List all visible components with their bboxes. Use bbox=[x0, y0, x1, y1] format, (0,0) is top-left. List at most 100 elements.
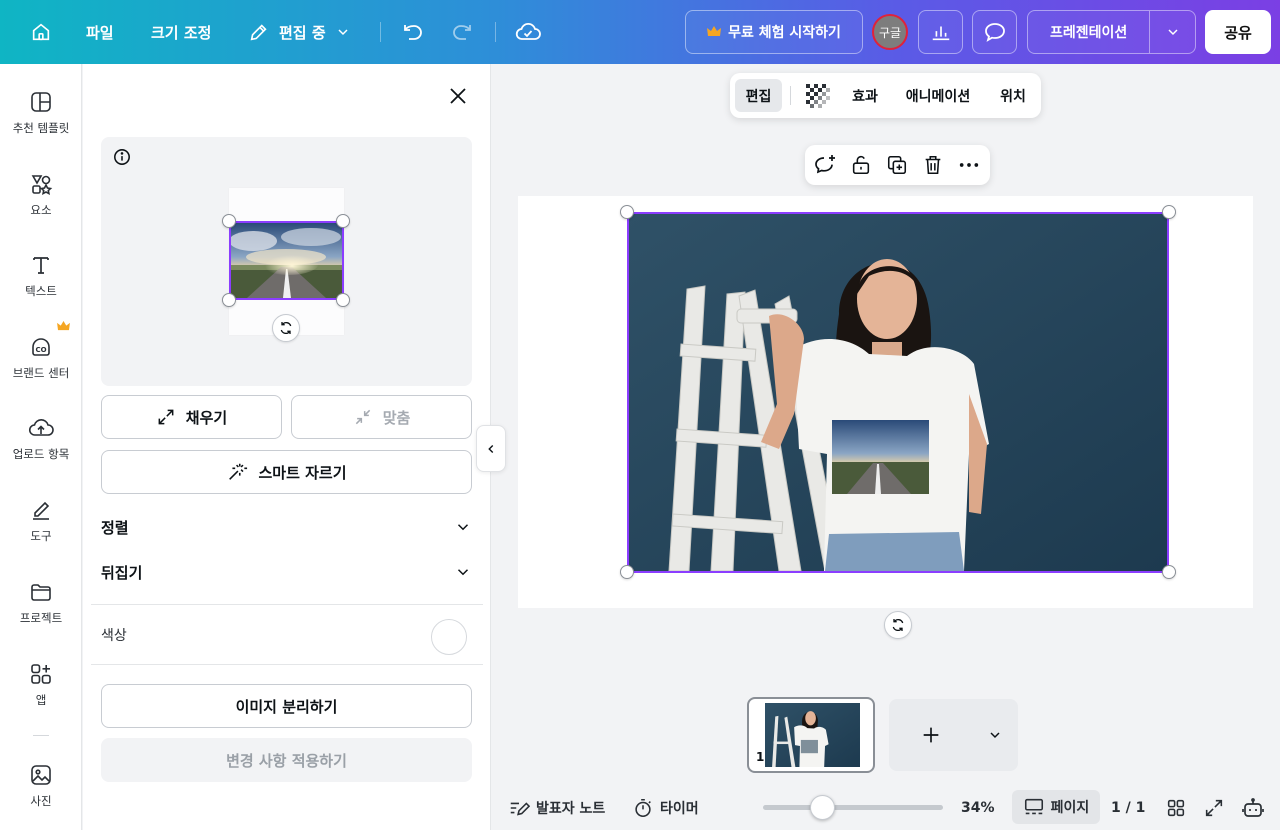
sidebar-item-elements[interactable]: 요소 bbox=[0, 146, 82, 217]
fit-button[interactable]: 맞춤 bbox=[291, 395, 472, 439]
magic-wand-icon bbox=[229, 463, 248, 480]
sidebar-item-uploads[interactable]: 업로드 항목 bbox=[0, 390, 82, 461]
apply-changes-button[interactable]: 변경 사항 적용하기 bbox=[101, 738, 472, 782]
avatar[interactable]: 구글 bbox=[872, 14, 908, 50]
divider bbox=[790, 86, 791, 105]
close-icon bbox=[450, 88, 466, 104]
divider bbox=[91, 664, 483, 665]
cloud-saved-button[interactable] bbox=[512, 16, 544, 48]
design-photo[interactable] bbox=[627, 212, 1169, 573]
road-image bbox=[229, 221, 344, 300]
insights-button[interactable] bbox=[918, 10, 963, 54]
sidebar-item-tools[interactable]: 도구 bbox=[0, 472, 82, 543]
file-menu[interactable]: 파일 bbox=[86, 0, 114, 64]
crop-preview bbox=[101, 137, 472, 386]
timer-icon bbox=[635, 798, 651, 817]
timer-button[interactable]: 타이머 bbox=[632, 785, 699, 830]
robot-icon bbox=[1242, 797, 1264, 817]
sidebar-item-brand[interactable]: CO 브랜드 센터 bbox=[0, 309, 82, 380]
plus-icon bbox=[923, 727, 939, 743]
share-button[interactable]: 공유 bbox=[1205, 10, 1271, 54]
fill-button[interactable]: 채우기 bbox=[101, 395, 282, 439]
sidebar-item-text[interactable]: 텍스트 bbox=[0, 227, 82, 298]
presenter-notes-button[interactable]: 발표자 노트 bbox=[508, 785, 605, 830]
chevron-down-icon bbox=[338, 29, 348, 36]
separate-image-button[interactable]: 이미지 분리하기 bbox=[101, 684, 472, 728]
more-icon bbox=[959, 163, 979, 167]
present-options-button[interactable] bbox=[1150, 24, 1195, 40]
svg-text:CO: CO bbox=[35, 346, 46, 354]
thumbnail-image bbox=[765, 703, 860, 767]
pages-view-button[interactable]: 페이지 bbox=[1012, 790, 1100, 824]
photo-icon bbox=[28, 763, 54, 787]
grid-icon bbox=[1167, 799, 1185, 816]
undo-button[interactable] bbox=[397, 16, 429, 48]
pages-icon bbox=[1024, 798, 1043, 815]
crop-handle[interactable] bbox=[336, 293, 350, 307]
add-comment-button[interactable] bbox=[813, 153, 837, 177]
info-button[interactable] bbox=[113, 148, 131, 166]
zoom-slider-track[interactable] bbox=[763, 805, 943, 810]
resize-menu[interactable]: 크기 조정 bbox=[151, 0, 211, 64]
duplicate-button[interactable] bbox=[885, 153, 909, 177]
top-bar: 파일 크기 조정 편집 중 무료 체험 시작하기 구글 프레젠테이션 공유 bbox=[0, 0, 1280, 64]
free-trial-button[interactable]: 무료 체험 시작하기 bbox=[685, 10, 863, 54]
folder-icon bbox=[28, 580, 54, 604]
sidebar-item-apps[interactable]: 앱 bbox=[0, 636, 82, 707]
collapse-panel-button[interactable] bbox=[476, 425, 506, 472]
home-button[interactable] bbox=[24, 16, 58, 48]
fullscreen-button[interactable] bbox=[1203, 785, 1225, 830]
page-counter: 1 / 1 bbox=[1111, 799, 1146, 816]
text-icon bbox=[28, 253, 54, 277]
resize-handle[interactable] bbox=[1162, 205, 1176, 219]
divider bbox=[33, 735, 49, 736]
sidebar-item-photos[interactable]: 사진 bbox=[0, 737, 82, 808]
redo-icon bbox=[453, 25, 471, 40]
crop-handle[interactable] bbox=[336, 214, 350, 228]
assistant-button[interactable] bbox=[1241, 785, 1265, 830]
shrink-icon bbox=[355, 409, 370, 425]
position-tab[interactable]: 위치 bbox=[992, 79, 1034, 112]
crop-handle[interactable] bbox=[222, 214, 236, 228]
cloud-check-icon bbox=[515, 23, 541, 40]
sidebar-item-projects[interactable]: 프로젝트 bbox=[0, 554, 82, 625]
unlock-icon bbox=[852, 155, 870, 175]
page-thumbnail[interactable]: 1 bbox=[747, 697, 875, 773]
resize-handle[interactable] bbox=[620, 205, 634, 219]
context-toolbar: 편집 효과 애니메이션 위치 bbox=[730, 73, 1041, 118]
add-page-button[interactable] bbox=[889, 699, 1018, 771]
redo-button[interactable] bbox=[446, 16, 478, 48]
chevron-down-icon bbox=[1168, 29, 1178, 36]
chevron-down-icon bbox=[457, 569, 469, 576]
crop-handle[interactable] bbox=[222, 293, 236, 307]
animate-tab[interactable]: 애니메이션 bbox=[898, 79, 978, 112]
grid-view-button[interactable] bbox=[1165, 785, 1187, 830]
expand-icon bbox=[1205, 799, 1223, 816]
flip-section[interactable]: 뒤집기 bbox=[101, 554, 472, 590]
resize-handle[interactable] bbox=[620, 565, 634, 579]
editing-mode-menu[interactable]: 편집 중 bbox=[248, 0, 351, 64]
resize-handle[interactable] bbox=[1162, 565, 1176, 579]
smart-crop-button[interactable]: 스마트 자르기 bbox=[101, 450, 472, 494]
align-section[interactable]: 정렬 bbox=[101, 509, 472, 545]
color-swatch[interactable] bbox=[431, 619, 467, 655]
present-button[interactable]: 프레젠테이션 bbox=[1027, 10, 1196, 54]
delete-button[interactable] bbox=[921, 153, 945, 177]
rotate-button[interactable] bbox=[884, 611, 912, 639]
more-options-button[interactable] bbox=[957, 153, 981, 177]
elements-icon bbox=[28, 172, 54, 196]
zoom-slider-handle[interactable] bbox=[810, 795, 835, 820]
effects-tab[interactable]: 효과 bbox=[844, 79, 886, 112]
edit-tab[interactable]: 편집 bbox=[735, 79, 782, 112]
rotate-button[interactable] bbox=[272, 314, 300, 342]
lock-button[interactable] bbox=[849, 153, 873, 177]
comment-icon bbox=[984, 23, 1005, 42]
template-icon bbox=[28, 90, 54, 114]
close-panel-button[interactable] bbox=[446, 84, 470, 108]
sidebar-item-templates[interactable]: 추천 템플릿 bbox=[0, 64, 82, 135]
comments-button[interactable] bbox=[972, 10, 1017, 54]
info-icon bbox=[114, 149, 130, 165]
draw-tool-icon bbox=[28, 498, 54, 522]
transparency-button[interactable] bbox=[802, 79, 834, 112]
sidebar: 추천 템플릿 요소 텍스트 CO 브랜드 센터 업로드 항목 도구 프로젝트 앱… bbox=[0, 64, 82, 830]
